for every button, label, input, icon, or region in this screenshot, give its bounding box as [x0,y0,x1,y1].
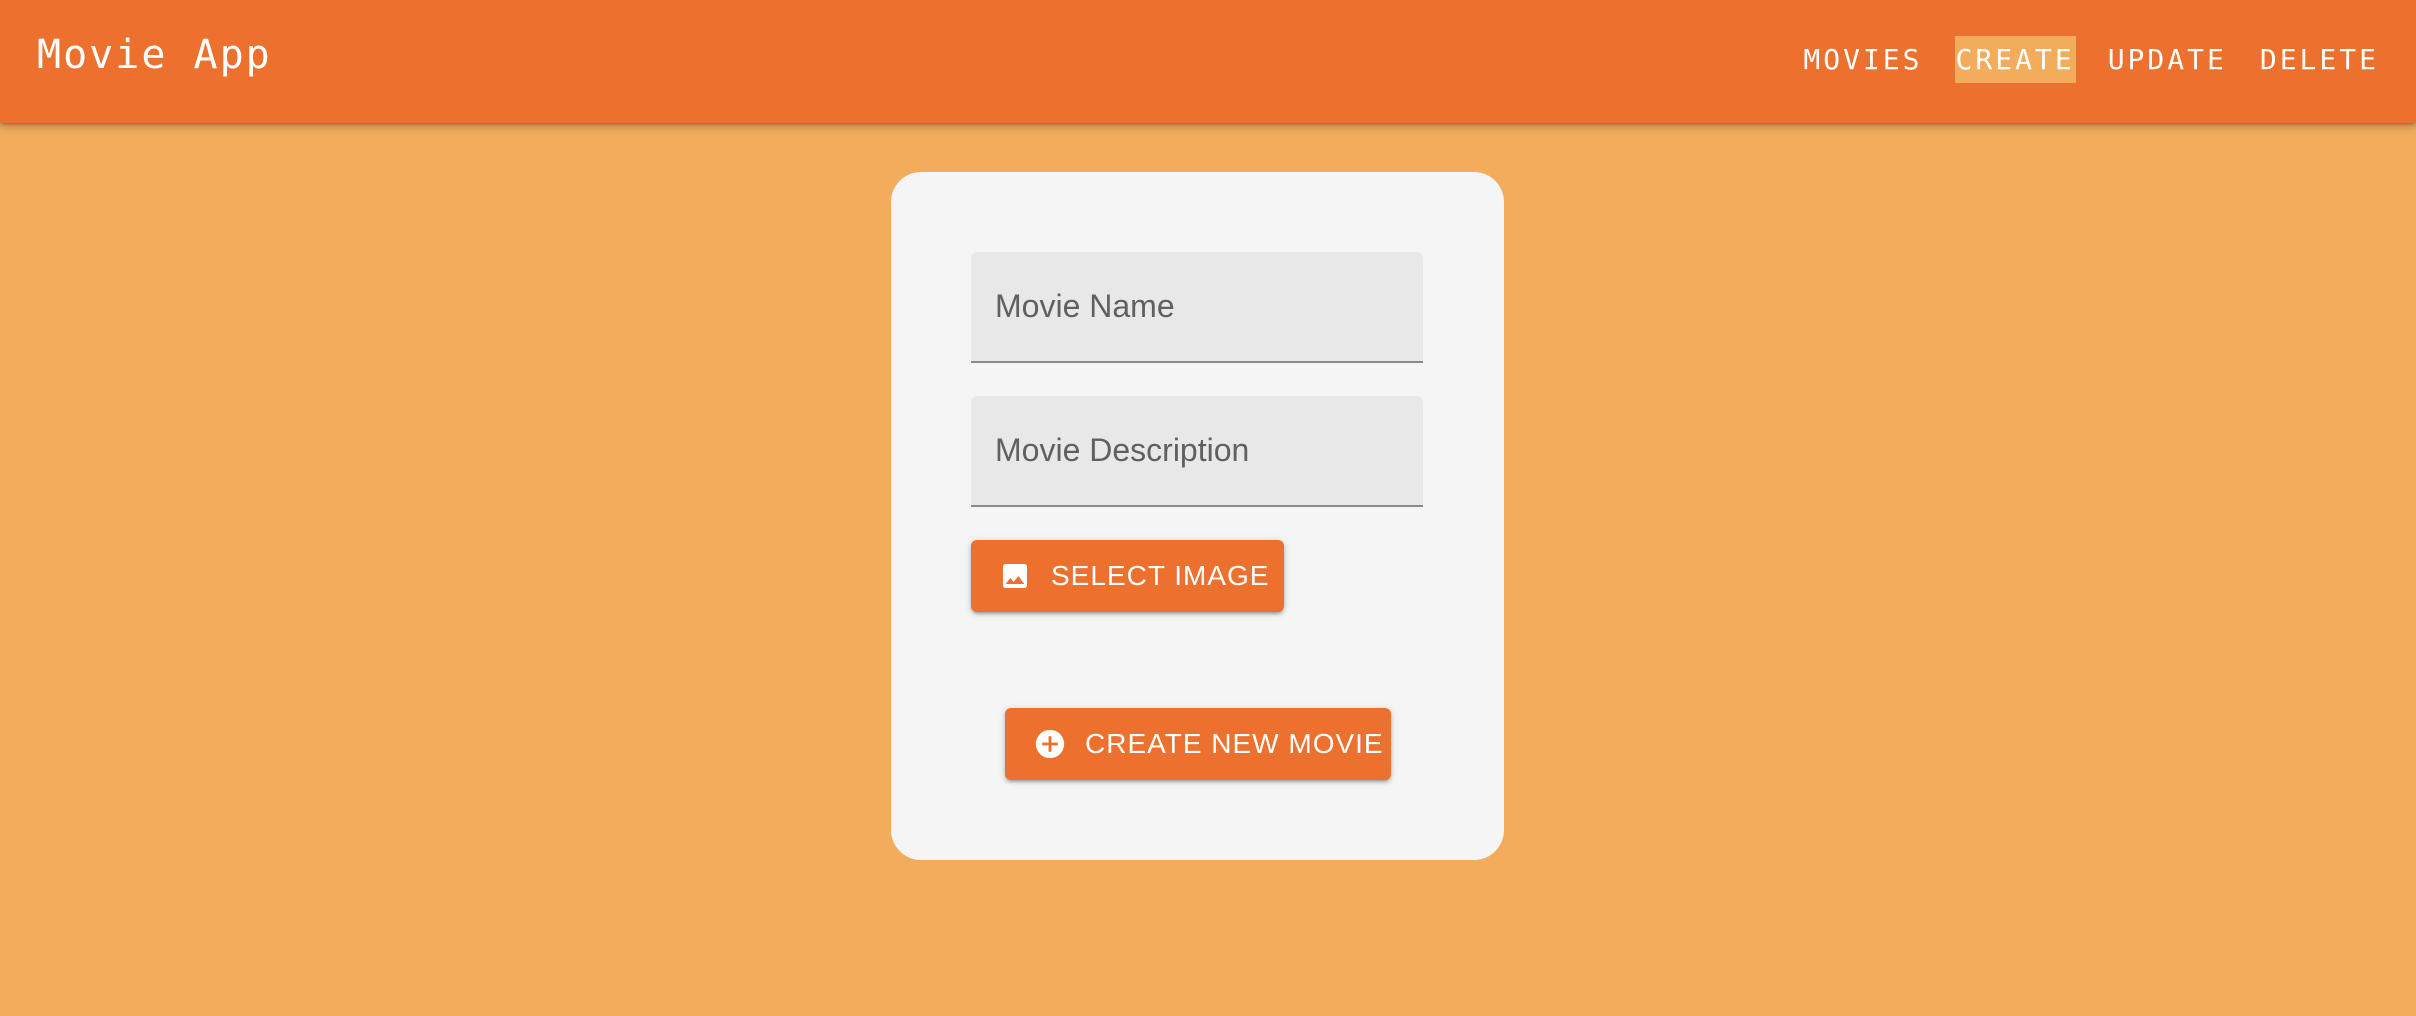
nav-update[interactable]: UPDATE [2107,36,2228,83]
select-image-label: SELECT IMAGE [1051,560,1270,591]
movie-name-input[interactable] [971,252,1423,361]
app-bar: Movie App MOVIES CREATE UPDATE DELETE [0,0,2416,123]
create-new-movie-button[interactable]: CREATE NEW MOVIE [1005,708,1391,780]
add-circle-icon [1033,727,1067,761]
movie-description-field [971,396,1423,507]
create-new-movie-label: CREATE NEW MOVIE [1085,728,1384,759]
movie-description-input[interactable] [971,396,1423,505]
create-movie-card: SELECT IMAGE CREATE NEW MOVIE [891,172,1504,860]
select-image-button[interactable]: SELECT IMAGE [971,540,1284,612]
nav-movies[interactable]: MOVIES [1802,36,1923,83]
movie-name-field [971,252,1423,363]
image-icon [999,560,1031,592]
app-title: Movie App [37,32,272,78]
main-nav: MOVIES CREATE UPDATE DELETE [1771,36,2380,83]
nav-create[interactable]: CREATE [1954,36,2076,83]
nav-delete[interactable]: DELETE [2259,36,2380,83]
